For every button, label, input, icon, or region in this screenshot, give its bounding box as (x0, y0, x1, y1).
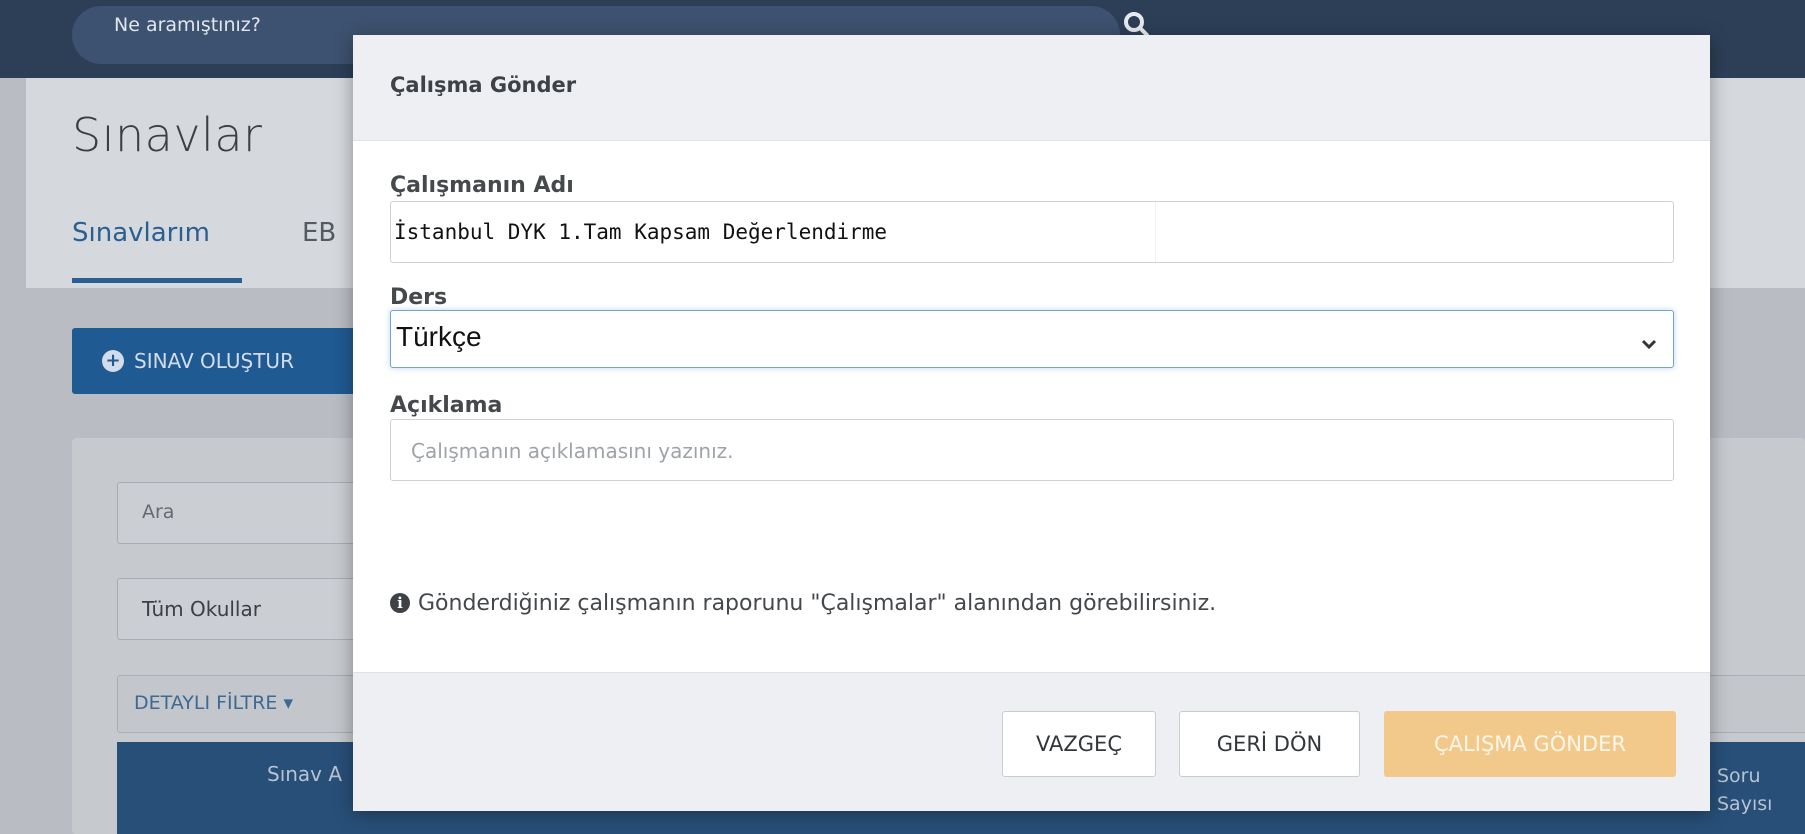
description-placeholder: Çalışmanın açıklamasını yazınız. (411, 439, 734, 463)
column-header-exam-name: Sınav A (267, 762, 343, 786)
tab-sinavlarim[interactable]: Sınavlarım (72, 218, 210, 248)
column-header-question-count: Soru Sayısı (1717, 765, 1773, 815)
send-study-button[interactable]: ÇALIŞMA GÖNDER (1384, 711, 1676, 777)
create-exam-button[interactable]: + SINAV OLUŞTUR (72, 328, 362, 394)
description-label: Açıklama (390, 393, 503, 418)
back-button[interactable]: GERİ DÖN (1179, 711, 1360, 777)
chevron-down-icon[interactable] (1641, 335, 1657, 354)
study-name-input[interactable]: İstanbul DYK 1.Tam Kapsam Değerlendirme (390, 201, 1674, 263)
info-circle-icon: i (390, 593, 410, 613)
plus-circle-icon: + (102, 350, 124, 372)
subject-label: Ders (390, 285, 448, 310)
info-message: i Gönderdiğiniz çalışmanın raporunu "Çalı… (390, 591, 1216, 616)
modal-footer: VAZGEÇ GERİ DÖN ÇALIŞMA GÖNDER (353, 672, 1710, 811)
page-title: Sınavlar (72, 108, 263, 162)
subject-select-value: Türkçe (396, 321, 482, 352)
detail-filter-label: DETAYLI FİLTRE ▾ (134, 692, 294, 714)
global-search-placeholder: Ne aramıştınız? (114, 14, 261, 36)
exam-search-input[interactable]: Ara (117, 482, 389, 544)
active-tab-indicator (72, 278, 242, 283)
modal-header: Çalışma Gönder (353, 35, 1710, 141)
info-message-text: Gönderdiğiniz çalışmanın raporunu "Çalış… (418, 591, 1217, 616)
cancel-button[interactable]: VAZGEÇ (1002, 711, 1156, 777)
modal-title: Çalışma Gönder (390, 73, 577, 97)
school-select[interactable]: Tüm Okullar (117, 578, 389, 640)
subject-select[interactable]: Türkçe (390, 310, 1674, 368)
description-input[interactable]: Çalışmanın açıklamasını yazınız. (390, 419, 1674, 481)
create-exam-label: SINAV OLUŞTUR (134, 349, 294, 373)
exam-search-placeholder: Ara (142, 501, 175, 523)
tab-eb[interactable]: EB (302, 218, 336, 248)
study-name-label: Çalışmanın Adı (390, 173, 574, 198)
send-study-modal: Çalışma Gönder Çalışmanın Adı İstanbul D… (353, 35, 1710, 811)
study-name-value: İstanbul DYK 1.Tam Kapsam Değerlendirme (394, 220, 888, 244)
school-select-value: Tüm Okullar (142, 597, 261, 621)
